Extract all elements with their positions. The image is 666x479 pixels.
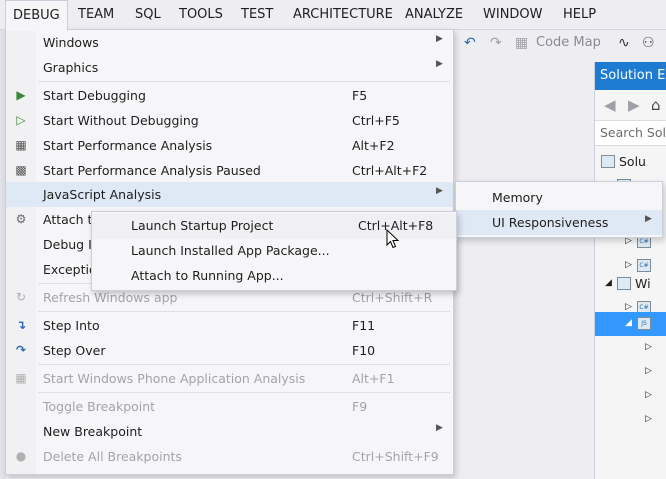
collapsed-arrow-icon[interactable]: ▷ xyxy=(645,342,652,352)
tree-item[interactable]: ▷ xyxy=(595,360,666,384)
menu-separator xyxy=(38,392,450,393)
menu-item-start-performance-analysis[interactable]: ▦ Start Performance Analysis Alt+F2 xyxy=(6,133,453,158)
menu-item-step-into[interactable]: ↴ Step Into F11 xyxy=(6,313,453,338)
menu-analyze[interactable]: ANALYZE xyxy=(398,0,470,30)
menu-debug[interactable]: DEBUG xyxy=(5,0,68,31)
menu-item-start-debugging[interactable]: ▶ Start Debugging F5 xyxy=(6,83,453,108)
menu-item-windows[interactable]: Windows ▶ xyxy=(6,30,453,55)
code-map-icon[interactable]: ▦ xyxy=(515,35,528,51)
menu-item-memory[interactable]: Memory xyxy=(456,185,662,210)
solution-explorer-nav: ◀ ▶ ⌂ xyxy=(595,90,666,120)
js-file-icon: JS xyxy=(637,317,651,330)
menu-item-toggle-breakpoint[interactable]: Toggle Breakpoint F9 xyxy=(6,394,453,419)
phone-analysis-icon: ▦ xyxy=(15,371,27,385)
ui-responsiveness-submenu: Launch Startup Project Ctrl+Alt+F8 Launc… xyxy=(91,211,457,291)
menu-item-start-without-debugging[interactable]: ▷ Start Without Debugging Ctrl+F5 xyxy=(6,108,453,133)
menu-separator xyxy=(38,81,450,82)
submenu-arrow-icon: ▶ xyxy=(436,423,443,433)
step-over-icon: ↷ xyxy=(15,343,27,357)
forward-icon[interactable]: ▶ xyxy=(628,96,640,114)
submenu-arrow-icon: ▶ xyxy=(645,214,652,224)
csharp-file-icon: C# xyxy=(637,259,651,272)
tree-item[interactable]: ▷ xyxy=(595,408,666,432)
menu-help[interactable]: HELP xyxy=(556,0,603,30)
menu-item-javascript-analysis[interactable]: JavaScript Analysis ▶ xyxy=(6,182,453,207)
menu-item-launch-installed-app-package[interactable]: Launch Installed App Package... xyxy=(92,239,456,264)
home-icon[interactable]: ⌂ xyxy=(651,96,661,114)
solution-explorer: Solution Ex ◀ ▶ ⌂ Search Sol Solu ◢ Co ▷… xyxy=(594,62,666,479)
menu-item-step-over[interactable]: ↷ Step Over F10 xyxy=(6,338,453,363)
navigate-back-icon[interactable]: ↶ xyxy=(464,35,476,51)
tree-item[interactable]: ▷ xyxy=(595,384,666,408)
gears-icon: ⚙ xyxy=(15,212,27,226)
menu-architecture[interactable]: ARCHITECTURE xyxy=(286,0,400,30)
tree-item-solution[interactable]: Solu xyxy=(595,150,666,174)
step-into-icon: ↴ xyxy=(15,318,27,332)
performance-icon: ▦ xyxy=(15,138,27,152)
collapsed-arrow-icon[interactable]: ▷ xyxy=(625,260,632,270)
javascript-analysis-submenu: Memory UI Responsiveness ▶ xyxy=(455,181,663,238)
menu-separator xyxy=(38,364,450,365)
submenu-arrow-icon: ▶ xyxy=(436,34,443,44)
tree-item[interactable]: ▷ xyxy=(595,336,666,360)
back-icon[interactable]: ◀ xyxy=(604,96,616,114)
delete-breakpoints-icon: ● xyxy=(15,449,27,463)
menu-item-ui-responsiveness[interactable]: UI Responsiveness ▶ xyxy=(456,210,662,235)
collapsed-arrow-icon[interactable]: ▷ xyxy=(645,366,652,376)
wrench-icon[interactable]: ∿ xyxy=(618,35,630,51)
tree-item-selected[interactable]: ◢ JS xyxy=(595,312,666,336)
code-map-button[interactable]: Code Map xyxy=(536,35,601,50)
solution-explorer-title: Solution Ex xyxy=(595,62,666,90)
collapsed-arrow-icon[interactable]: ▷ xyxy=(625,302,632,312)
tree-item[interactable]: ◢ Wi xyxy=(595,272,666,296)
menu-item-delete-all-breakpoints[interactable]: ● Delete All Breakpoints Ctrl+Shift+F9 xyxy=(6,444,453,469)
menu-test[interactable]: TEST xyxy=(234,0,280,30)
expanded-arrow-icon[interactable]: ◢ xyxy=(605,278,612,288)
refresh-icon: ↻ xyxy=(15,290,27,304)
solution-icon xyxy=(601,155,615,168)
menu-item-new-breakpoint[interactable]: New Breakpoint ▶ xyxy=(6,419,453,444)
performance-paused-icon: ▩ xyxy=(15,163,27,177)
menu-sql[interactable]: SQL xyxy=(128,0,168,30)
collapsed-arrow-icon[interactable]: ▷ xyxy=(645,390,652,400)
menu-item-windows-phone-analysis[interactable]: ▦ Start Windows Phone Application Analys… xyxy=(6,366,453,391)
menu-window[interactable]: WINDOW xyxy=(476,0,550,30)
navigate-forward-icon[interactable]: ↷ xyxy=(490,35,502,51)
menu-item-start-performance-analysis-paused[interactable]: ▩ Start Performance Analysis Paused Ctrl… xyxy=(6,158,453,183)
settings-icon[interactable]: ⚇ xyxy=(642,35,655,51)
menu-separator xyxy=(38,311,450,312)
play-icon: ▶ xyxy=(16,88,26,102)
menu-item-attach-to-running-app[interactable]: Attach to Running App... xyxy=(92,264,456,289)
menu-tools[interactable]: TOOLS xyxy=(172,0,230,30)
toolbar: ↶ ↷ ▦ Code Map ∿ ⚇ xyxy=(440,30,666,60)
menu-item-launch-startup-project[interactable]: Launch Startup Project Ctrl+Alt+F8 xyxy=(92,214,456,239)
mouse-cursor-icon xyxy=(386,229,400,249)
menu-bar: DEBUG TEAM SQL TOOLS TEST ARCHITECTURE A… xyxy=(0,0,666,31)
expanded-arrow-icon[interactable]: ◢ xyxy=(625,318,632,328)
project-icon xyxy=(617,277,631,290)
submenu-arrow-icon: ▶ xyxy=(436,59,443,69)
play-outline-icon: ▷ xyxy=(16,113,26,127)
solution-search-input[interactable]: Search Sol xyxy=(595,120,666,146)
menu-item-graphics[interactable]: Graphics ▶ xyxy=(6,55,453,80)
submenu-arrow-icon: ▶ xyxy=(436,186,443,196)
menu-team[interactable]: TEAM xyxy=(71,0,121,30)
collapsed-arrow-icon[interactable]: ▷ xyxy=(645,414,652,424)
